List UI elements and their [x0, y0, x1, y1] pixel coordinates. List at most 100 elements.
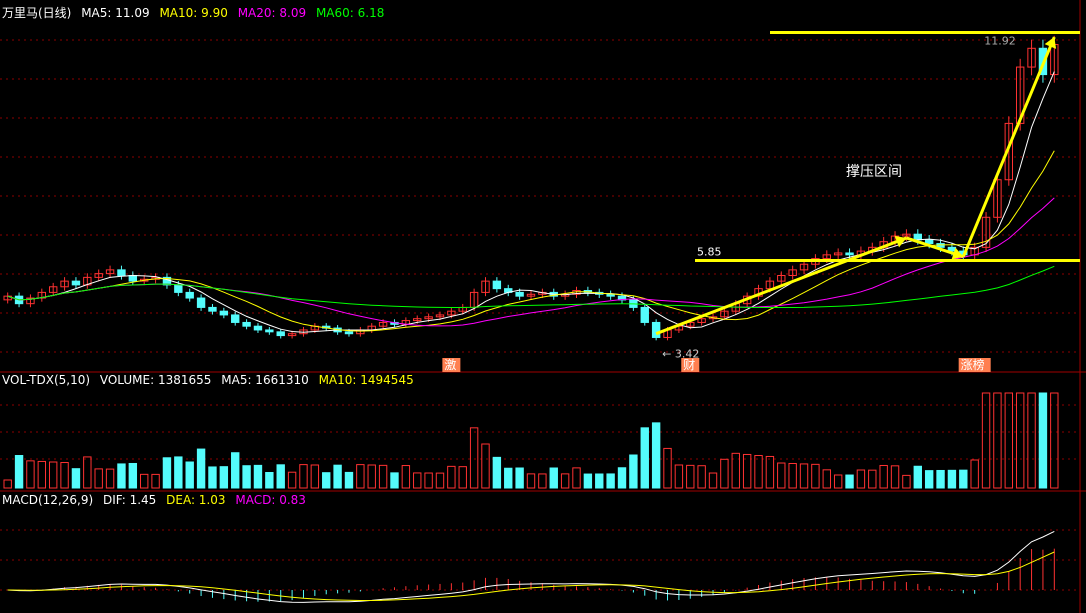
volume-bar — [128, 462, 138, 489]
marker-label: 涨榜 — [961, 357, 985, 372]
volume-bar — [48, 461, 58, 489]
candle — [276, 331, 285, 337]
volume-bar — [959, 469, 968, 489]
volume-bar — [390, 472, 399, 489]
volume-bar — [151, 473, 160, 489]
candle — [208, 306, 217, 312]
macd-dif-line — [7, 530, 1055, 603]
volume-bar — [219, 466, 229, 489]
volume-bar — [936, 469, 945, 489]
volume-bar — [924, 470, 934, 489]
candle — [492, 280, 502, 290]
volume-bar — [367, 464, 376, 489]
candle — [196, 297, 206, 308]
volume-bar — [879, 464, 888, 489]
volume-bar — [606, 473, 615, 489]
marker-label: 激 — [444, 358, 456, 372]
candle — [651, 321, 661, 338]
volume-bar — [674, 464, 684, 489]
candle — [344, 331, 354, 335]
volume-bar — [105, 468, 115, 489]
candle — [947, 246, 957, 252]
volume-bar — [356, 464, 365, 489]
volume-bar — [435, 472, 445, 489]
candle — [128, 275, 138, 282]
volume-bar — [970, 459, 979, 489]
level-price-label: 5.85 — [697, 245, 722, 258]
volume-bar — [333, 464, 342, 489]
volume-bar — [640, 427, 649, 489]
trend-arrow — [655, 236, 907, 336]
candle — [265, 329, 274, 333]
volume-bar — [1004, 392, 1014, 489]
volume-bar — [481, 443, 490, 489]
volume-bar — [833, 474, 843, 489]
chart-canvas[interactable]: 11.925.85← 3.42撑压区间激财涨榜 — [0, 0, 1086, 613]
volume-bar — [526, 473, 536, 489]
candle — [924, 239, 934, 245]
volume-bar — [595, 473, 604, 489]
volume-bar — [71, 468, 81, 489]
volume-bar — [856, 469, 866, 489]
candle — [231, 314, 240, 323]
volume-bar — [413, 472, 422, 489]
volume-bar — [947, 469, 957, 489]
candle — [71, 280, 81, 286]
volume-bar — [37, 460, 47, 489]
volume-bar — [981, 392, 991, 489]
volume-bar — [310, 464, 320, 489]
volume-bar — [845, 474, 854, 489]
volume-bar — [26, 460, 35, 489]
volume-bar — [401, 465, 411, 489]
volume-bar — [822, 469, 831, 489]
volume-bar — [14, 455, 24, 489]
volume-bar — [1050, 392, 1059, 489]
volume-bar — [788, 462, 797, 489]
volume-bar — [993, 392, 1002, 489]
volume-bar — [60, 462, 69, 489]
volume-bar — [322, 472, 331, 489]
volume-bar — [777, 462, 786, 489]
volume-bar — [913, 465, 922, 489]
volume-bar — [140, 473, 149, 489]
high-price-label: 11.92 — [984, 35, 1016, 48]
candle — [185, 291, 194, 299]
volume-bar — [83, 456, 92, 489]
volume-bar — [651, 422, 661, 489]
volume-bar — [231, 452, 240, 489]
volume-bar — [686, 464, 695, 489]
zone-label: 撑压区间 — [846, 164, 902, 180]
volume-bar — [538, 473, 547, 489]
volume-bar — [1015, 392, 1025, 489]
volume-bar — [242, 465, 251, 489]
volume-bar — [3, 479, 12, 489]
volume-bar — [799, 463, 809, 489]
volume-bar — [1038, 392, 1048, 489]
volume-bar — [754, 455, 763, 489]
volume-bar — [890, 465, 900, 489]
volume-bar — [697, 465, 706, 489]
marker-label: 财 — [683, 358, 695, 372]
volume-bar — [276, 464, 285, 489]
volume-bar — [868, 469, 877, 489]
volume-bar — [447, 465, 456, 489]
candle — [174, 284, 183, 293]
volume-bar — [162, 457, 172, 489]
volume-bar — [617, 467, 627, 489]
volume-bar — [299, 464, 308, 489]
volume-bar — [208, 466, 217, 489]
candle — [242, 321, 251, 327]
volume-bar — [515, 467, 524, 489]
volume-bar — [94, 468, 103, 489]
volume-bar — [344, 471, 354, 489]
volume-bar — [549, 467, 558, 489]
volume-bar — [765, 455, 775, 489]
volume-bar — [185, 461, 194, 489]
volume-bar — [253, 464, 263, 489]
candle — [117, 269, 126, 277]
volume-bar — [265, 472, 274, 489]
candle — [219, 310, 229, 316]
volume-bar — [469, 427, 479, 489]
volume-bar — [572, 467, 581, 489]
volume-bar — [583, 473, 593, 489]
